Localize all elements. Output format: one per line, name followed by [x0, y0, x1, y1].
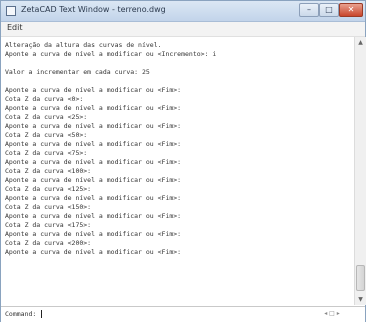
window-title: ZetaCAD Text Window - terreno.dwg — [21, 5, 166, 14]
menu-edit[interactable]: Edit — [7, 23, 23, 32]
history-line: Cota Z da curva <50>: — [5, 131, 88, 139]
scrollbar-thumb[interactable] — [356, 265, 365, 291]
vertical-scrollbar[interactable]: ▲ ▼ — [354, 37, 366, 305]
history-line: Cota Z da curva <25>: — [5, 113, 88, 121]
app-icon — [6, 6, 16, 16]
minimize-button[interactable]: – — [299, 3, 319, 17]
history-line: Alteração da altura das curvas de nível. — [5, 41, 162, 49]
close-button[interactable]: ✕ — [339, 3, 363, 17]
history-line: Aponte a curva de nível a modificar ou <… — [5, 104, 182, 112]
history-line: Aponte a curva de nível a modificar ou <… — [5, 86, 182, 94]
command-line-bar: Command: ◂ □ ▸ — [1, 306, 365, 322]
history-line: Aponte a curva de nível a modificar ou <… — [5, 122, 182, 130]
text-caret — [41, 310, 42, 318]
history-line: Aponte a curva de nível a modificar ou <… — [5, 230, 182, 238]
history-line: Cota Z da curva <150>: — [5, 203, 92, 211]
title-bar[interactable]: ZetaCAD Text Window - terreno.dwg – □ ✕ — [1, 1, 365, 22]
history-line: Cota Z da curva <125>: — [5, 185, 92, 193]
history-line: Aponte a curva de nível a modificar ou <… — [5, 50, 217, 58]
history-line: Cota Z da curva <0>: — [5, 95, 84, 103]
command-bar-controls[interactable]: ◂ □ ▸ — [303, 309, 361, 319]
history-line: Cota Z da curva <200>: — [5, 239, 92, 247]
history-line: Cota Z da curva <175>: — [5, 221, 92, 229]
text-window: ZetaCAD Text Window - terreno.dwg – □ ✕ … — [0, 0, 366, 322]
history-line: Cota Z da curva <75>: — [5, 149, 88, 157]
scroll-down-arrow-icon[interactable]: ▼ — [355, 294, 366, 305]
history-line: Aponte a curva de nível a modificar ou <… — [5, 248, 182, 256]
command-label: Command: — [5, 310, 37, 318]
history-line: Aponte a curva de nível a modificar ou <… — [5, 212, 182, 220]
history-line: Aponte a curva de nível a modificar ou <… — [5, 194, 182, 202]
history-line: Aponte a curva de nível a modificar ou <… — [5, 158, 182, 166]
scroll-up-arrow-icon[interactable]: ▲ — [355, 37, 366, 48]
command-input[interactable] — [41, 309, 271, 319]
maximize-button[interactable]: □ — [319, 3, 339, 17]
history-line: Cota Z da curva <100>: — [5, 167, 92, 175]
history-line: Aponte a curva de nível a modificar ou <… — [5, 140, 182, 148]
history-line: Valor a incrementar em cada curva: 25 — [5, 68, 150, 76]
history-line: Aponte a curva de nível a modificar ou <… — [5, 176, 182, 184]
history-text-area[interactable]: Alteração da altura das curvas de nível.… — [5, 41, 349, 306]
menu-bar: Edit — [1, 22, 365, 37]
